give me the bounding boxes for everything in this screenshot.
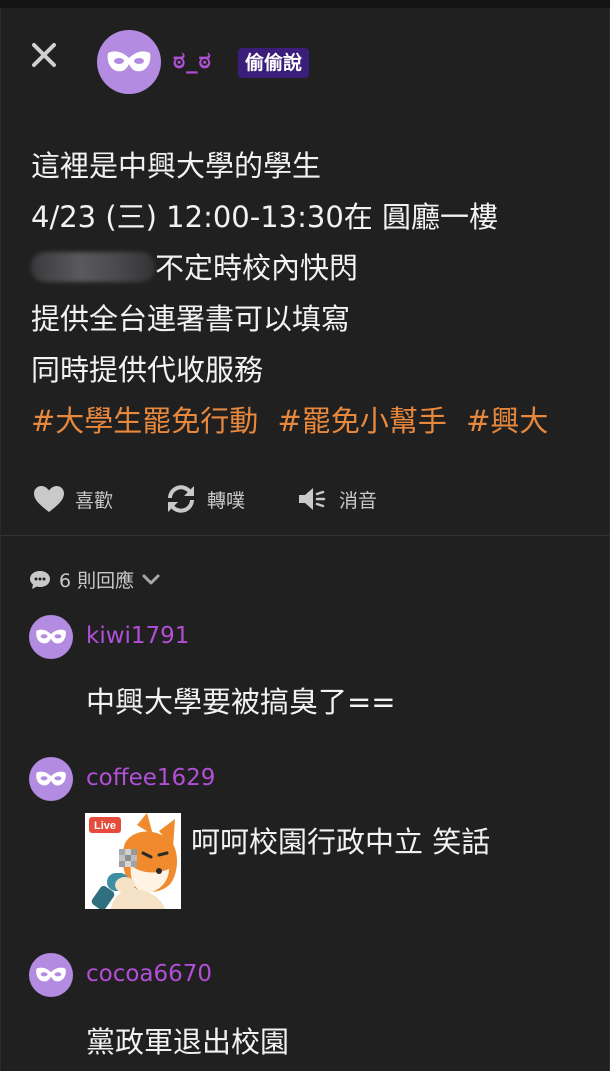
author-avatar[interactable] (97, 30, 161, 94)
mute-button[interactable]: 消音 (297, 485, 377, 513)
author-name[interactable]: ಠ_ಠ (173, 48, 212, 74)
post-content: 這裡是中興大學的學生 4/23 (三) 12:00-13:30在 圓廳一樓 不定… (31, 141, 591, 447)
comment-text: 呵呵校園行政中立 笑話 (191, 825, 491, 859)
comment-text: 黨政軍退出校園 (86, 1025, 290, 1059)
comment-text: 中興大學要被搞臭了== (86, 685, 396, 719)
author-badge: 偷偷說 (238, 48, 310, 78)
close-icon (32, 43, 56, 67)
like-button[interactable]: 喜歡 (33, 485, 113, 513)
post-actions: 喜歡 轉噗 消音 (33, 478, 429, 520)
post-line-3-text: 不定時校內快閃 (155, 251, 359, 285)
blurred-text (31, 252, 155, 282)
repost-button[interactable]: 轉噗 (165, 484, 245, 514)
post-line-1: 這裡是中興大學的學生 (31, 149, 322, 183)
fox-sticker[interactable]: Live (85, 813, 181, 909)
post-line-5: 同時提供代收服務 (31, 353, 264, 387)
hashtag-link[interactable]: #興大 (466, 404, 548, 438)
speaker-icon (299, 488, 326, 510)
like-label: 喜歡 (75, 489, 114, 512)
replies-toggle[interactable]: 6 則回應 (29, 566, 160, 593)
hashtag-link[interactable]: #大學生罷免行動 (31, 404, 258, 438)
chevron-down-icon (142, 574, 160, 584)
mask-icon (107, 51, 151, 72)
mute-label: 消音 (339, 489, 378, 512)
commenter-name[interactable]: cocoa6670 (86, 961, 212, 987)
commenter-name[interactable]: coffee1629 (86, 765, 215, 791)
commenter-name[interactable]: kiwi1791 (86, 623, 189, 649)
top-strip (0, 0, 610, 8)
hashtag-row: #大學生罷免行動 #罷免小幫手 #興大 (31, 396, 591, 447)
heart-icon (34, 486, 64, 512)
repost-icon (168, 485, 195, 513)
post-card: ಠ_ಠ 偷偷說 這裡是中興大學的學生 4/23 (三) 12:00-13:30在… (0, 8, 610, 1071)
fox-sticker-image: Live (85, 813, 181, 909)
mask-icon (36, 967, 66, 982)
live-label: Live (94, 820, 116, 832)
hashtag-link[interactable]: #罷免小幫手 (278, 404, 447, 438)
post-line-3: 不定時校內快閃 (31, 243, 591, 294)
commenter-avatar[interactable] (29, 953, 73, 997)
close-button[interactable] (31, 42, 57, 68)
commenter-avatar[interactable] (29, 757, 73, 801)
commenter-avatar[interactable] (29, 615, 73, 659)
divider (1, 535, 610, 536)
mask-icon (36, 771, 66, 786)
post-line-4: 提供全台連署書可以填寫 (31, 302, 351, 336)
repost-label: 轉噗 (207, 489, 246, 512)
post-line-2: 4/23 (三) 12:00-13:30在 圓廳一樓 (31, 200, 499, 234)
mask-icon (36, 629, 66, 644)
replies-count: 6 則回應 (59, 570, 135, 592)
speech-bubble-icon (30, 570, 50, 589)
